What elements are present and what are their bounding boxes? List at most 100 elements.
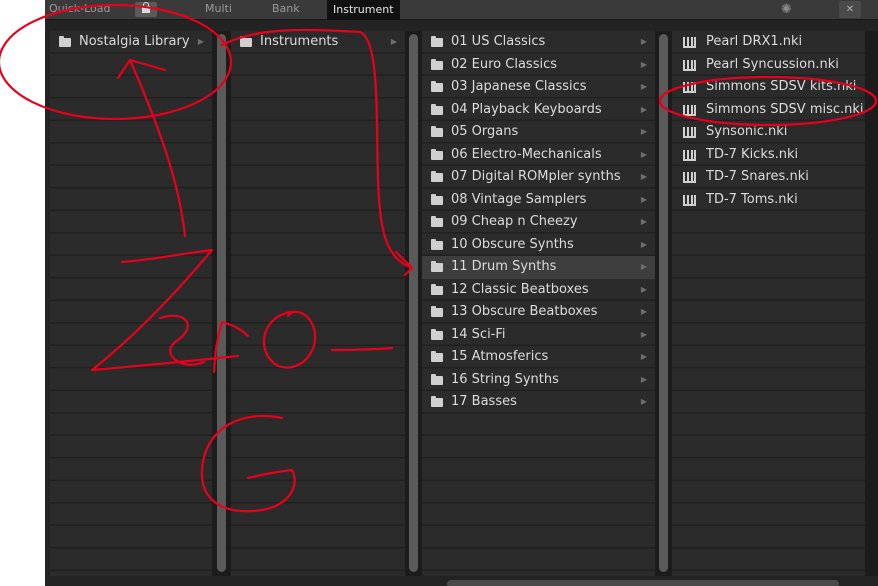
instrument-item-label: Synsonic.nki: [706, 124, 788, 139]
chevron-right-icon: ▶: [640, 194, 647, 204]
folder-icon: [431, 126, 443, 137]
chevron-right-icon: ▶: [640, 104, 647, 114]
instrument-item[interactable]: Synsonic.nki: [672, 121, 865, 144]
chevron-right-icon: ▶: [640, 397, 647, 406]
folder-column: Instruments ▶: [231, 31, 405, 576]
spinner-icon: ✺: [781, 2, 792, 17]
instrument-item[interactable]: Pearl DRX1.nki: [672, 31, 865, 54]
category-item[interactable]: 13 Obscure Beatboxes ▶: [422, 301, 655, 324]
category-column: 01 US Classics ▶ 02 Euro Classics ▶ 03 Jap…: [422, 31, 655, 576]
folder-icon: [240, 36, 252, 47]
category-item[interactable]: 02 Euro Classics ▶: [422, 54, 655, 77]
folder-item[interactable]: Instruments ▶: [231, 31, 405, 54]
category-item-label: 10 Obscure Synths: [451, 236, 574, 252]
top-tab-bar: Quick-Load Multi Bank Instrument ✺ ✕: [45, 0, 878, 20]
category-item-label: 16 String Synths: [451, 371, 559, 387]
folder-icon: [431, 36, 443, 47]
category-item[interactable]: 09 Cheap n Cheezy ▶: [422, 211, 655, 234]
tab-bank[interactable]: Bank: [272, 2, 300, 16]
column-divider: [865, 31, 878, 576]
chevron-right-icon: ▶: [640, 352, 647, 361]
instrument-file-icon: [683, 37, 696, 48]
chevron-right-icon: ▶: [640, 217, 647, 226]
folder-icon: [431, 216, 443, 227]
category-item-label: 05 Organs: [451, 124, 519, 139]
instrument-item-label: TD-7 Snares.nki: [706, 169, 809, 184]
category-item-label: 09 Cheap n Cheezy: [451, 214, 578, 229]
instrument-item-label: Pearl DRX1.nki: [706, 34, 803, 49]
category-item[interactable]: 17 Basses ▶: [422, 391, 655, 414]
chevron-right-icon: ▶: [640, 127, 647, 136]
instrument-file-icon: [683, 59, 696, 71]
category-item-selected[interactable]: 11 Drum Synths ▶: [422, 256, 655, 279]
chevron-right-icon: ▶: [640, 262, 647, 271]
category-item-label: 07 Digital ROMpler synths: [451, 169, 621, 184]
instrument-item[interactable]: Simmons SDSV misc.nki: [672, 99, 865, 122]
tab-multi[interactable]: Multi: [205, 2, 232, 16]
folder-icon: [431, 58, 443, 70]
folder-icon: [431, 306, 443, 317]
lock-icon[interactable]: [135, 2, 157, 17]
category-item-label: 17 Basses: [451, 394, 517, 409]
close-icon[interactable]: ✕: [839, 1, 861, 18]
folder-item-label: Instruments: [260, 34, 339, 49]
folder-icon: [431, 373, 443, 385]
instrument-file-icon: [683, 104, 696, 116]
category-item[interactable]: 04 Playback Keyboards ▶: [422, 99, 655, 122]
chevron-right-icon: ▶: [640, 82, 647, 91]
category-item-label: 13 Obscure Beatboxes: [451, 304, 598, 319]
scrollbar[interactable]: [659, 34, 668, 572]
category-item[interactable]: 12 Classic Beatboxes ▶: [422, 279, 655, 302]
category-item[interactable]: 03 Japanese Classics ▶: [422, 76, 655, 99]
horizontal-scrollbar[interactable]: [447, 580, 839, 586]
category-item-label: 14 Sci-Fi: [451, 326, 506, 342]
category-item[interactable]: 05 Organs ▶: [422, 121, 655, 144]
chevron-right-icon: ▶: [640, 59, 647, 69]
folder-icon: [431, 193, 443, 205]
scrollbar[interactable]: [409, 34, 418, 572]
library-item-label: Nostalgia Library: [79, 34, 190, 49]
tab-instrument[interactable]: Instrument: [327, 0, 400, 20]
category-item[interactable]: 06 Electro-Mechanicals ▶: [422, 144, 655, 167]
folder-icon: [431, 396, 443, 407]
category-item-label: 04 Playback Keyboards: [451, 101, 602, 117]
chevron-right-icon: ▶: [640, 374, 647, 384]
folder-icon: [431, 283, 443, 295]
category-item-label: 03 Japanese Classics: [451, 79, 587, 94]
category-item[interactable]: 10 Obscure Synths ▶: [422, 234, 655, 257]
instrument-item[interactable]: TD-7 Toms.nki: [672, 189, 865, 212]
chevron-right-icon: ▶: [640, 329, 647, 339]
quick-load-label: Quick-Load: [49, 2, 111, 15]
library-item[interactable]: Nostalgia Library ▶: [50, 31, 212, 54]
folder-icon: [59, 36, 71, 47]
quick-load-browser: Quick-Load Multi Bank Instrument ✺ ✕ Nos…: [45, 0, 878, 586]
folder-icon: [431, 261, 443, 272]
instrument-item-label: TD-7 Toms.nki: [706, 191, 798, 207]
category-item[interactable]: 07 Digital ROMpler synths ▶: [422, 166, 655, 189]
folder-icon: [431, 171, 443, 182]
folder-icon: [431, 81, 443, 92]
instrument-file-icon: [683, 194, 696, 206]
instrument-item[interactable]: TD-7 Kicks.nki: [672, 144, 865, 167]
category-item[interactable]: 01 US Classics ▶: [422, 31, 655, 54]
scrollbar[interactable]: [217, 34, 226, 572]
instrument-item[interactable]: TD-7 Snares.nki: [672, 166, 865, 189]
category-item-label: 12 Classic Beatboxes: [451, 281, 589, 297]
instrument-item[interactable]: Pearl Syncussion.nki: [672, 54, 865, 77]
folder-icon: [431, 238, 443, 250]
category-item-label: 08 Vintage Samplers: [451, 191, 587, 207]
instrument-column: Pearl DRX1.nki Pearl Syncussion.nki Simm…: [672, 31, 865, 576]
folder-icon: [431, 148, 443, 160]
category-item[interactable]: 16 String Synths ▶: [422, 369, 655, 392]
category-item[interactable]: 15 Atmosferics ▶: [422, 346, 655, 369]
instrument-item-label: Simmons SDSV kits.nki: [706, 79, 857, 94]
chevron-right-icon: ▶: [640, 172, 647, 181]
category-item[interactable]: 14 Sci-Fi ▶: [422, 324, 655, 347]
instrument-item[interactable]: Simmons SDSV kits.nki: [672, 76, 865, 99]
library-column: Nostalgia Library ▶: [50, 31, 212, 576]
instrument-file-icon: [683, 82, 696, 93]
instrument-file-icon: [683, 172, 696, 183]
category-item[interactable]: 08 Vintage Samplers ▶: [422, 189, 655, 212]
chevron-right-icon: ▶: [640, 307, 647, 316]
folder-icon: [431, 351, 443, 362]
